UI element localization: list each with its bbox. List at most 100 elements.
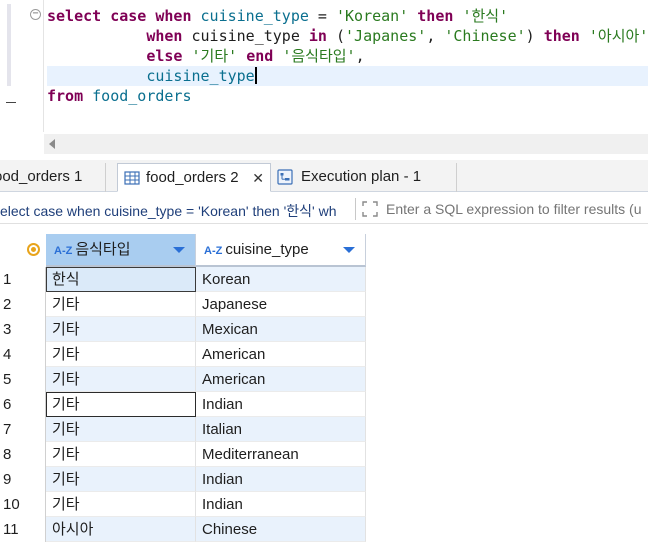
cell-cuisine-type[interactable]: American xyxy=(196,342,366,367)
cell-food-type[interactable]: 기타 xyxy=(46,292,196,317)
code-token: food_orders xyxy=(92,87,192,105)
table-row[interactable]: 11 아시아 Chinese xyxy=(0,517,648,542)
code-line[interactable]: cuisine_type xyxy=(47,66,648,86)
code-token: else xyxy=(146,47,183,65)
code-token: in xyxy=(308,27,327,45)
line-marker-icon xyxy=(6,102,16,103)
column-header-food-type[interactable]: A-Z 음식타입 xyxy=(46,234,196,267)
cell-cuisine-type[interactable]: Mexican xyxy=(196,317,366,342)
editor-horizontal-scrollbar[interactable] xyxy=(44,134,648,154)
code-token: ( xyxy=(326,27,346,45)
cell-food-type[interactable]: 기타 xyxy=(46,417,196,442)
cell-cuisine-type[interactable]: Indian xyxy=(196,492,366,517)
cell-food-type[interactable]: 기타 xyxy=(46,392,196,417)
close-icon[interactable]: ✕ xyxy=(252,164,264,191)
tab-execution-plan[interactable]: Execution plan - 1 xyxy=(271,163,457,192)
row-number[interactable]: 1 xyxy=(0,267,46,292)
row-number[interactable]: 2 xyxy=(0,292,46,317)
code-token: cuisine_type xyxy=(200,7,309,25)
cell-cuisine-type[interactable]: Italian xyxy=(196,417,366,442)
table-row[interactable]: 9 기타 Indian xyxy=(0,467,648,492)
table-row[interactable]: 2 기타 Japanese xyxy=(0,292,648,317)
code-token: = xyxy=(308,7,336,25)
table-row[interactable]: 8 기타 Mediterranean xyxy=(0,442,648,467)
grid-header: A-Z 음식타입 A-Z cuisine_type xyxy=(0,234,648,267)
code-line[interactable]: from food_orders xyxy=(47,86,648,106)
column-header-cuisine-type[interactable]: A-Z cuisine_type xyxy=(196,234,366,267)
code-line[interactable]: when cuisine_type in ('Japanes', 'Chines… xyxy=(47,26,648,46)
table-row[interactable]: 5 기타 American xyxy=(0,367,648,392)
code-token: '한식' xyxy=(462,7,509,25)
cell-food-type[interactable]: 기타 xyxy=(46,367,196,392)
cell-food-type[interactable]: 기타 xyxy=(46,467,196,492)
fold-collapse-icon[interactable]: − xyxy=(30,9,41,20)
code-token: 'Japanes' xyxy=(345,27,427,45)
cell-food-type[interactable]: 기타 xyxy=(46,342,196,367)
code-token: ) xyxy=(525,27,544,45)
code-token: , xyxy=(426,27,445,45)
cell-cuisine-type[interactable]: Korean xyxy=(196,267,366,292)
code-token: select xyxy=(47,7,102,25)
table-row[interactable]: 1 한식 Korean xyxy=(0,267,648,292)
scroll-left-arrow-icon[interactable] xyxy=(49,139,55,149)
editor-gutter: − xyxy=(0,0,44,132)
code-token: then xyxy=(417,7,454,25)
result-tabs: ood_orders 1 food_orders 2 ✕ Execution p… xyxy=(0,160,648,192)
code-token: when xyxy=(155,7,192,25)
row-number[interactable]: 6 xyxy=(0,392,46,417)
table-row[interactable]: 4 기타 American xyxy=(0,342,648,367)
code-token: then xyxy=(543,27,580,45)
execution-plan-icon xyxy=(277,169,293,185)
column-label: 음식타입 xyxy=(75,241,131,258)
sort-triangle-icon[interactable] xyxy=(173,247,185,253)
code-line[interactable]: select case when cuisine_type = 'Korean'… xyxy=(47,6,648,26)
sort-triangle-icon[interactable] xyxy=(343,247,355,253)
table-row[interactable]: 3 기타 Mexican xyxy=(0,317,648,342)
editor-code[interactable]: select case when cuisine_type = 'Korean'… xyxy=(47,6,648,106)
cell-food-type[interactable]: 기타 xyxy=(46,442,196,467)
filter-input[interactable] xyxy=(386,198,648,220)
tab-food-orders-1[interactable]: ood_orders 1 xyxy=(0,163,106,192)
cell-cuisine-type[interactable]: American xyxy=(196,367,366,392)
cell-cuisine-type[interactable]: Mediterranean xyxy=(196,442,366,467)
row-number[interactable]: 5 xyxy=(0,367,46,392)
cell-cuisine-type[interactable]: Chinese xyxy=(196,517,366,542)
row-number[interactable]: 4 xyxy=(0,342,46,367)
filter-expand-icon[interactable] xyxy=(361,200,379,218)
row-number[interactable]: 3 xyxy=(0,317,46,342)
text-type-icon: A-Z xyxy=(54,245,73,257)
filter-bar: elect case when cuisine_type = 'Korean' … xyxy=(0,194,648,224)
cell-cuisine-type[interactable]: Japanese xyxy=(196,292,366,317)
table-row[interactable]: 7 기타 Italian xyxy=(0,417,648,442)
text-caret xyxy=(254,67,257,84)
cell-food-type[interactable]: 아시아 xyxy=(46,517,196,542)
cell-food-type[interactable]: 기타 xyxy=(46,492,196,517)
row-number[interactable]: 9 xyxy=(0,467,46,492)
code-line[interactable]: else '기타' end '음식타입', xyxy=(47,46,648,66)
row-number[interactable]: 10 xyxy=(0,492,46,517)
row-number[interactable]: 8 xyxy=(0,442,46,467)
column-label: cuisine_type xyxy=(225,241,309,258)
row-number[interactable]: 7 xyxy=(0,417,46,442)
cell-food-type[interactable]: 한식 xyxy=(46,267,196,292)
code-token: , xyxy=(355,47,365,65)
change-bar xyxy=(7,4,11,86)
table-row[interactable]: 6 기타 Indian xyxy=(0,392,648,417)
code-token: 'Korean' xyxy=(336,7,409,25)
sql-editor[interactable]: − select case when cuisine_type = 'Korea… xyxy=(0,0,648,132)
table-row[interactable]: 10 기타 Indian xyxy=(0,492,648,517)
row-number[interactable]: 11 xyxy=(0,517,46,542)
code-token: when xyxy=(146,27,183,45)
row-header-corner[interactable] xyxy=(0,234,46,267)
cell-food-type[interactable]: 기타 xyxy=(46,317,196,342)
cell-cuisine-type[interactable]: Indian xyxy=(196,467,366,492)
grid-rows: 1 한식 Korean 2 기타 Japanese 3 기타 Mexican 4 기타 America… xyxy=(0,267,648,542)
cell-cuisine-type[interactable]: Indian xyxy=(196,392,366,417)
tab-food-orders-2[interactable]: food_orders 2 ✕ xyxy=(117,163,271,192)
